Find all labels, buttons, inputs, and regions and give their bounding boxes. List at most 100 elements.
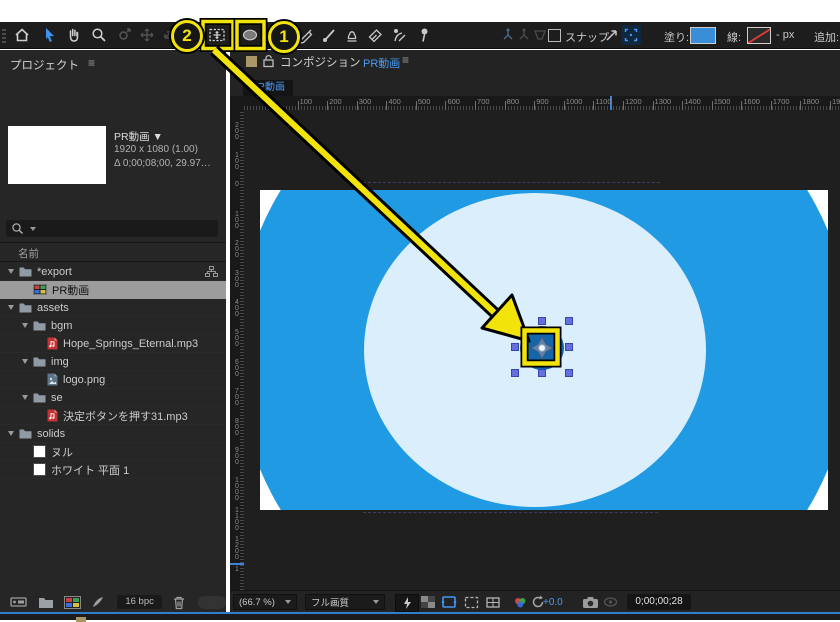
ellipse-tool-icon[interactable] [240,25,260,45]
project-item-name[interactable]: PR動画 ▼ [114,129,163,144]
stroke-color-swatch[interactable] [747,27,771,44]
fill-color-swatch[interactable] [690,27,716,44]
composition-tab[interactable]: PR動画 [243,80,293,96]
ruler-major-tick [712,101,713,110]
active-comp-name[interactable]: PR動画 [363,55,400,71]
clone-stamp-tool-icon[interactable] [342,25,362,45]
ruler-label: 500 [232,330,242,348]
tree-item-label: ヌル [51,444,73,460]
stroke-width-px[interactable]: - px [776,29,794,41]
bit-depth-button[interactable]: 16 bpc [117,595,162,609]
ruler-label: 1600 [743,97,760,106]
project-item-duration: Δ 0;00;08;00, 29.97… [114,158,211,169]
footer-pill-control[interactable] [198,596,226,609]
tree-row-hope_springs_eternal-mp3[interactable]: Hope_Springs_Eternal.mp3 [0,335,226,353]
new-folder-icon[interactable] [38,596,54,609]
snap-checkbox[interactable] [548,29,561,42]
region-of-interest-icon[interactable] [461,594,481,610]
tree-row-img[interactable]: img [0,353,226,371]
ruler-major-tick [416,101,417,110]
composition-panel-menu-icon[interactable]: ≡ [402,53,409,67]
toolbar-grip[interactable] [2,27,6,43]
tools-toolbar: スナップ 塗り: 線: - px 追加: [0,22,840,49]
mask-feather-boundary-icon[interactable] [621,25,641,45]
vertical-ruler-position-marker [230,563,244,565]
interpret-footage-icon[interactable] [10,595,28,609]
snap-arrow-icon[interactable] [602,25,622,45]
magnification-dropdown[interactable]: (66.7 %) [233,594,297,610]
tree-item-label: logo.png [63,374,105,386]
add-label[interactable]: 追加: [814,29,839,45]
ruler-label: 0 [232,182,242,188]
tree-row--[interactable]: ヌル [0,443,226,461]
expand-chevron-icon[interactable] [22,323,28,328]
anchor-point-icon[interactable] [529,335,555,361]
expand-chevron-icon[interactable] [8,269,14,274]
hand-tool-icon[interactable] [64,25,84,45]
guides-grid-options-icon[interactable] [483,594,503,610]
transparency-grid-icon[interactable] [419,594,437,610]
selection-handle-top-left[interactable] [511,317,519,325]
selection-handle-top-center[interactable] [538,317,546,325]
project-search-input[interactable] [6,220,218,237]
new-composition-icon[interactable] [64,596,81,609]
tree-row-se[interactable]: se [0,389,226,407]
puppet-pin-tool-icon[interactable] [414,25,434,45]
pan-behind-anchor-tool-icon[interactable] [207,25,227,45]
roto-brush-tool-icon[interactable] [389,25,409,45]
project-panel-menu-icon[interactable]: ≡ [88,56,95,70]
tree-row-solids[interactable]: solids [0,425,226,443]
tree-row-pr-[interactable]: PR動画 [0,281,226,299]
channel-rgb-icon[interactable] [511,594,529,610]
selection-handle-bottom-center[interactable] [538,369,546,377]
exposure-value[interactable]: +0.0 [543,597,563,608]
project-item-size: 1920 x 1080 (1.00) [114,144,198,155]
composition-viewer[interactable] [244,110,840,590]
tree-row-bgm[interactable]: bgm [0,317,226,335]
project-item-thumbnail [8,126,106,184]
expand-chevron-icon[interactable] [8,305,14,310]
selection-handle-mid-left[interactable] [511,343,519,351]
tree-row--31-mp3[interactable]: 決定ボタンを押す31.mp3 [0,407,226,425]
resolution-dropdown[interactable]: フル画質 [305,594,385,610]
preview-timecode[interactable]: 0;00;00;28 [627,594,691,610]
expand-chevron-icon[interactable] [8,431,14,436]
selection-handle-bottom-left[interactable] [511,369,519,377]
show-snapshot-icon[interactable] [601,594,619,610]
folder-icon [33,320,46,331]
eraser-tool-icon[interactable] [365,25,385,45]
trash-icon[interactable] [172,595,186,610]
horizontal-ruler[interactable]: 0100200300400500600700800900100011001200… [244,96,840,111]
stroke-label: 線: [727,29,741,45]
selection-handle-mid-right[interactable] [565,343,573,351]
zoom-tool-icon[interactable] [89,25,109,45]
ruler-major-tick [268,101,269,110]
brush-tool-icon[interactable] [319,25,339,45]
tree-row--export[interactable]: *export [0,263,226,281]
ruler-label: 700 [232,389,242,407]
expand-chevron-icon[interactable] [22,359,28,364]
shared-view-icon-3[interactable] [530,25,550,45]
home-icon[interactable] [12,25,32,45]
tree-row--1[interactable]: ホワイト 平面 1 [0,461,226,479]
ruler-label: 100 [232,153,242,171]
selection-handle-top-right[interactable] [565,317,573,325]
selection-tool-icon[interactable] [40,25,60,45]
selection-handle-bottom-right[interactable] [565,369,573,377]
vertical-ruler[interactable]: 2001000100200300400500600700800900100011… [230,110,245,590]
composition-canvas[interactable] [260,190,828,510]
tree-row-logo-png[interactable]: logo.png [0,371,226,389]
ruler-major-tick [564,101,565,110]
ruler-label: 600 [232,360,242,378]
tree-row-assets[interactable]: assets [0,299,226,317]
fast-preview-icon[interactable] [395,594,419,612]
pan-camera-tool-icon[interactable] [137,25,157,45]
project-columns-header[interactable]: 名前 [0,242,226,262]
audio-file-icon [47,409,58,422]
project-settings-icon[interactable] [91,595,105,609]
lock-icon[interactable] [262,54,275,73]
expand-chevron-icon[interactable] [22,395,28,400]
mask-visibility-toggle-icon[interactable] [439,594,459,610]
orbit-camera-tool-icon[interactable] [114,25,134,45]
snapshot-camera-icon[interactable] [580,594,600,610]
